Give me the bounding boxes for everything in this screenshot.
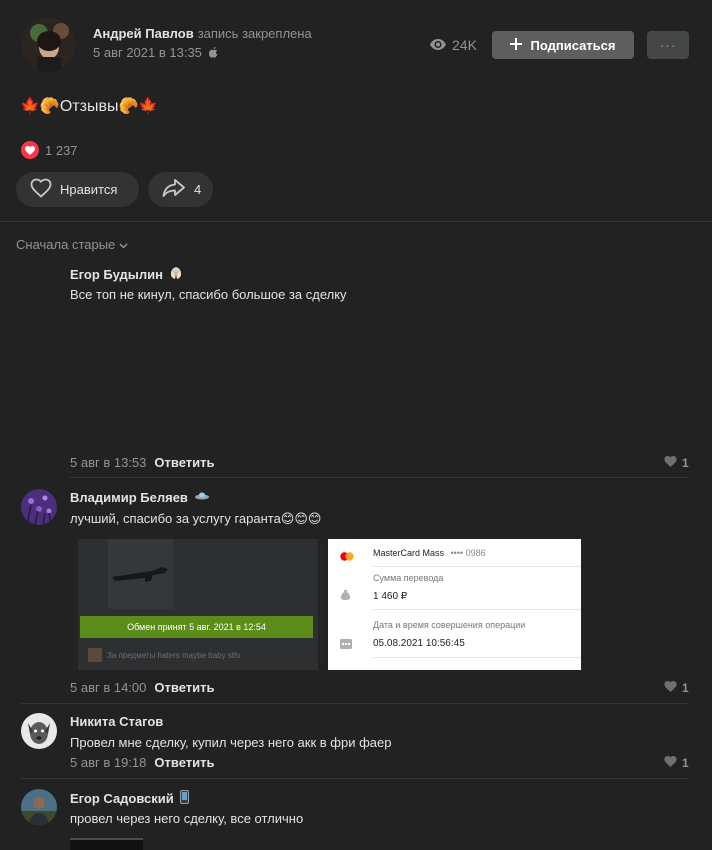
heart-reaction-icon: [21, 141, 39, 159]
comment-author-name[interactable]: Владимир Беляев: [70, 490, 188, 505]
apple-icon: [208, 46, 218, 61]
comment-author-name[interactable]: Егор Садовский: [70, 791, 174, 806]
share-arrow-icon: [162, 178, 186, 201]
weapon-card: [108, 539, 173, 609]
comment-meta: 5 авг в 14:00 Ответить: [70, 680, 214, 695]
comment-date[interactable]: 5 авг в 14:00: [70, 680, 146, 695]
comment-avatar[interactable]: [21, 489, 57, 525]
trade-accepted-text: Обмен принят 5 авг. 2021 в 12:54: [127, 622, 266, 632]
comment-author: Егор Садовский: [70, 790, 189, 807]
subscribe-button[interactable]: Подписаться: [492, 31, 634, 59]
comment-author: Егор Будылин: [70, 266, 183, 283]
moneybag-icon: [340, 589, 351, 604]
share-button[interactable]: 4: [148, 172, 213, 207]
comment-text: Провел мне сделку, купил через него акк …: [70, 735, 392, 750]
post-author-avatar[interactable]: [21, 17, 76, 72]
like-label: Нравится: [60, 182, 118, 197]
trade-footer-text: За предметы haters maybe baby stfu: [107, 650, 241, 660]
comment-meta: 5 авг в 13:53 Ответить: [70, 455, 214, 470]
datetime-label: Дата и время совершения операции: [373, 620, 526, 630]
reply-button[interactable]: Ответить: [154, 680, 214, 695]
like-button[interactable]: Нравится: [16, 172, 139, 207]
post-date-text[interactable]: 5 авг 2021 в 13:35: [93, 45, 202, 60]
eye-icon: [430, 37, 446, 53]
comment-meta: 5 авг в 19:18 Ответить: [70, 755, 214, 770]
share-count: 4: [194, 182, 202, 197]
comment-author: Владимир Беляев: [70, 490, 210, 505]
comment-like-button[interactable]: 1: [664, 756, 689, 770]
sort-label: Сначала старые: [16, 237, 116, 252]
comment-divider: [70, 477, 688, 478]
post-author-name[interactable]: Андрей Павлов: [93, 26, 194, 41]
post-date: 5 авг 2021 в 13:35: [93, 45, 218, 61]
comment-author: Никита Стагов: [70, 714, 163, 729]
shell-status-icon: [169, 266, 183, 283]
reactions-count: 1 237: [45, 142, 78, 158]
reply-button[interactable]: Ответить: [154, 455, 214, 470]
more-dots-icon: ···: [659, 37, 677, 53]
comment-like-button[interactable]: 1: [664, 681, 689, 695]
reply-button[interactable]: Ответить: [154, 755, 214, 770]
comment-like-count: 1: [682, 756, 689, 770]
phone-status-icon: [179, 790, 189, 807]
more-button[interactable]: ···: [647, 31, 689, 59]
chevron-down-icon: [119, 237, 128, 252]
plus-icon: [510, 37, 523, 53]
heart-icon: [664, 756, 677, 770]
comment-like-button[interactable]: 1: [664, 456, 689, 470]
heart-icon: [664, 456, 677, 470]
comment-author-name[interactable]: Егор Будылин: [70, 267, 163, 282]
reactions-summary[interactable]: 1 237: [21, 141, 78, 159]
comment-author-name[interactable]: Никита Стагов: [70, 714, 163, 729]
comment-avatar[interactable]: [21, 789, 57, 825]
trade-footer: За предметы haters maybe baby stfu: [88, 648, 241, 662]
subscribe-label: Подписаться: [530, 37, 616, 53]
calendar-icon: [340, 637, 352, 652]
comment-like-count: 1: [682, 456, 689, 470]
card-mask: •••• 0986: [450, 548, 486, 558]
post-author: Андрей Павлов запись закреплена: [93, 26, 312, 41]
views-counter: 24K: [430, 37, 477, 53]
card-line: MasterCard Mass •••• 0986: [373, 548, 486, 558]
amount-value: 1 460 ₽: [373, 591, 408, 602]
receipt-divider: [373, 609, 581, 610]
comment-avatar[interactable]: [21, 713, 57, 749]
trade-user-avatar: [88, 648, 102, 662]
heart-outline-icon: [30, 178, 52, 201]
post-divider: [0, 221, 712, 222]
comment-attachment-preview[interactable]: [70, 838, 143, 850]
datetime-value: 05.08.2021 10:56:45: [373, 638, 465, 649]
post-text: 🍁🥐Отзывы🥐🍁: [20, 98, 159, 115]
comment-text: Все топ не кинул, спасибо большое за сде…: [70, 287, 347, 302]
comment-text: провел через него сделку, все отлично: [70, 811, 304, 826]
comment-divider: [21, 778, 688, 779]
comment-date[interactable]: 5 авг в 13:53: [70, 455, 146, 470]
comment-date[interactable]: 5 авг в 19:18: [70, 755, 146, 770]
card-name: MasterCard Mass: [373, 548, 445, 558]
ufo-status-icon: [194, 490, 210, 505]
receipt-divider: [373, 566, 581, 567]
sort-dropdown[interactable]: Сначала старые: [16, 237, 128, 252]
trade-screenshot-image[interactable]: Обмен принят 5 авг. 2021 в 12:54 За пред…: [70, 539, 325, 670]
comment-divider: [21, 703, 688, 704]
bank-receipt-image[interactable]: MasterCard Mass •••• 0986 Сумма перевода…: [328, 539, 581, 670]
receipt-divider: [373, 657, 581, 658]
mastercard-icon: [340, 549, 354, 564]
comment-text: лучший, спасибо за услугу гаранта😊😊😊: [70, 511, 322, 526]
comment-like-count: 1: [682, 681, 689, 695]
heart-icon: [664, 681, 677, 695]
pinned-note: запись закреплена: [197, 26, 312, 41]
amount-label: Сумма перевода: [373, 573, 444, 583]
views-count: 24K: [452, 37, 477, 53]
trade-accepted-banner: Обмен принят 5 авг. 2021 в 12:54: [80, 616, 313, 638]
